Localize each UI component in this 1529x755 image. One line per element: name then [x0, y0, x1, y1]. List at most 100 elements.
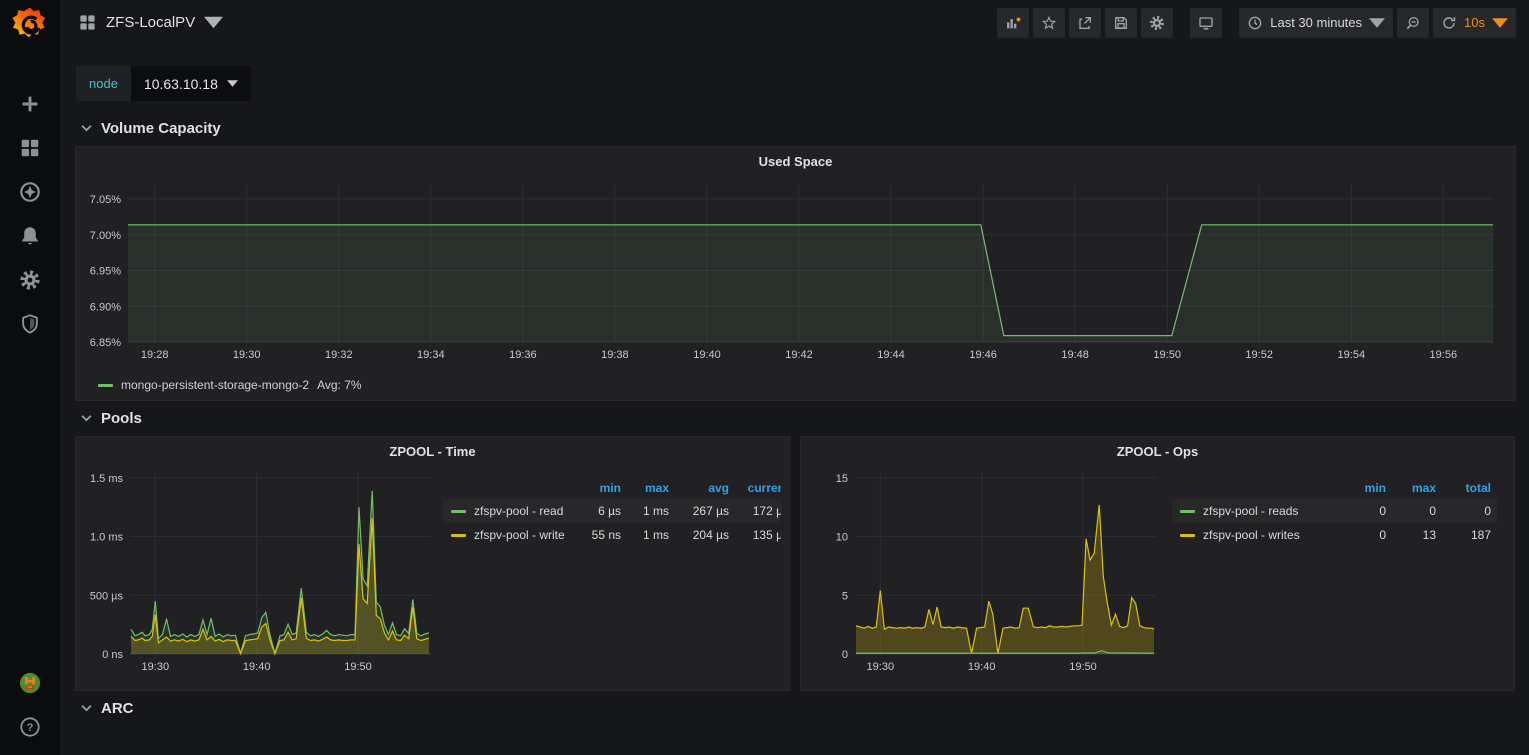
svg-text:19:30: 19:30	[867, 661, 895, 673]
panel-title-zpool-time[interactable]: ZPOOL - Time	[76, 437, 789, 462]
svg-text:19:40: 19:40	[968, 661, 996, 673]
series-name[interactable]: mongo-persistent-storage-mongo-2	[121, 378, 309, 392]
pools-panel-row: ZPOOL - Time 19:3019:4019:501.5 ms1.0 ms…	[75, 436, 1516, 691]
node-variable-dropdown[interactable]: node 10.63.10.18	[76, 66, 251, 101]
panel-title-used-space[interactable]: Used Space	[76, 147, 1515, 172]
star-button[interactable]	[1033, 8, 1065, 38]
svg-text:6.90%: 6.90%	[90, 301, 121, 313]
legend-value-avg: 204 µs	[675, 523, 735, 547]
legend-header-total[interactable]: total	[1442, 478, 1497, 499]
legend-value-current: 135 µs	[735, 523, 781, 547]
legend-value-min: 55 ns	[573, 523, 627, 547]
refresh-icon	[1441, 15, 1457, 31]
svg-text:19:42: 19:42	[785, 349, 813, 361]
svg-text:19:48: 19:48	[1061, 349, 1089, 361]
share-button[interactable]	[1069, 8, 1101, 38]
help-icon[interactable]: ?	[0, 705, 60, 749]
zpool-time-chart[interactable]: 19:3019:4019:501.5 ms1.0 ms500 µs0 ns	[84, 462, 436, 684]
panel-title-zpool-ops[interactable]: ZPOOL - Ops	[801, 437, 1514, 462]
chevron-down-icon	[81, 705, 92, 712]
svg-text:19:54: 19:54	[1338, 349, 1366, 361]
section-title: ARC	[101, 700, 134, 717]
legend-row-writes: zfspv-pool - writes 0 13 187	[1172, 523, 1497, 547]
caret-down-icon	[1492, 15, 1508, 31]
legend-value-total: 0	[1442, 499, 1497, 523]
legend-row-write: zfspv-pool - write 55 ns 1 ms 204 µs 135…	[443, 523, 781, 547]
legend-header-min[interactable]: min	[1342, 478, 1392, 499]
svg-text:0 ns: 0 ns	[102, 649, 123, 661]
zoom-out-button[interactable]	[1397, 8, 1429, 38]
zpool-time-legend: min max avg current zfspv-pool - read 6 …	[443, 478, 781, 684]
series-avg: Avg: 7%	[317, 378, 361, 392]
panel-used-space: Used Space 19:2819:3019:3219:3419:3619:3…	[75, 146, 1516, 401]
node-variable-value: 10.63.10.18	[144, 76, 218, 92]
svg-text:500 µs: 500 µs	[90, 590, 124, 602]
add-panel-button[interactable]	[997, 8, 1029, 38]
zpool-ops-legend: min max total zfspv-pool - reads 0 0 0	[1172, 478, 1502, 684]
zoom-out-icon	[1405, 15, 1421, 31]
svg-text:0: 0	[842, 649, 848, 661]
save-button[interactable]	[1105, 8, 1137, 38]
legend-header-current[interactable]: current	[735, 478, 781, 499]
series-name: zfspv-pool - read	[474, 504, 563, 518]
configuration-gear-icon[interactable]	[0, 258, 60, 302]
panel-zpool-time: ZPOOL - Time 19:3019:4019:501.5 ms1.0 ms…	[75, 436, 790, 691]
create-plus-icon[interactable]	[0, 82, 60, 126]
svg-text:7.00%: 7.00%	[90, 230, 121, 242]
section-title: Volume Capacity	[101, 120, 221, 137]
svg-text:19:50: 19:50	[1069, 661, 1097, 673]
svg-text:19:30: 19:30	[233, 349, 261, 361]
caret-down-icon	[1369, 15, 1385, 31]
grafana-logo[interactable]	[12, 6, 48, 42]
alerting-bell-icon[interactable]	[0, 214, 60, 258]
save-icon	[1113, 15, 1129, 31]
time-range-label: Last 30 minutes	[1270, 15, 1362, 30]
svg-text:5: 5	[842, 590, 848, 602]
svg-text:6.85%: 6.85%	[90, 337, 121, 349]
svg-text:?: ?	[27, 722, 34, 734]
legend-header-avg[interactable]: avg	[675, 478, 735, 499]
used-space-chart[interactable]: 19:2819:3019:3219:3419:3619:3819:4019:42…	[76, 172, 1499, 372]
section-pools[interactable]: Pools	[75, 401, 1516, 436]
sidebar: ?	[0, 0, 60, 755]
panel-zpool-ops: ZPOOL - Ops 19:3019:4019:50151050 min ma…	[800, 436, 1515, 691]
star-icon	[1041, 15, 1057, 31]
legend-header-max[interactable]: max	[1392, 478, 1442, 499]
explore-compass-icon[interactable]	[0, 170, 60, 214]
node-variable-label: node	[76, 66, 131, 101]
svg-text:19:38: 19:38	[601, 349, 629, 361]
series-swatch-yellow	[451, 534, 466, 537]
clock-icon	[1247, 15, 1263, 31]
refresh-button[interactable]: 10s	[1433, 8, 1516, 38]
dashboard-title: ZFS-LocalPV	[106, 14, 195, 31]
dashboard-title-button[interactable]: ZFS-LocalPV	[78, 13, 223, 32]
series-name: zfspv-pool - write	[474, 528, 565, 542]
svg-text:6.95%: 6.95%	[90, 266, 121, 278]
time-picker-button[interactable]: Last 30 minutes	[1239, 8, 1393, 38]
svg-text:19:40: 19:40	[693, 349, 721, 361]
server-admin-shield-icon[interactable]	[0, 302, 60, 346]
legend-value-min: 6 µs	[573, 499, 627, 523]
legend-value-max: 1 ms	[627, 523, 675, 547]
legend-header-max[interactable]: max	[627, 478, 675, 499]
svg-text:19:52: 19:52	[1245, 349, 1273, 361]
series-swatch-green	[1180, 510, 1195, 513]
tv-icon	[1198, 15, 1214, 31]
svg-text:19:46: 19:46	[969, 349, 997, 361]
caret-down-icon	[227, 80, 238, 87]
dashboards-icon[interactable]	[0, 126, 60, 170]
svg-text:19:50: 19:50	[344, 661, 372, 673]
section-arc[interactable]: ARC	[75, 691, 1516, 726]
dashboard-content: node 10.63.10.18 Volume Capacity Used Sp…	[60, 45, 1529, 726]
legend-header-min[interactable]: min	[573, 478, 627, 499]
series-name: zfspv-pool - reads	[1203, 504, 1298, 518]
svg-text:19:28: 19:28	[141, 349, 169, 361]
legend-row-reads: zfspv-pool - reads 0 0 0	[1172, 499, 1497, 523]
zpool-ops-chart[interactable]: 19:3019:4019:50151050	[809, 462, 1161, 684]
cycle-view-button[interactable]	[1190, 8, 1222, 38]
dashboard-settings-button[interactable]	[1141, 8, 1173, 38]
section-volume-capacity[interactable]: Volume Capacity	[75, 111, 1516, 146]
svg-text:19:56: 19:56	[1430, 349, 1458, 361]
svg-text:19:50: 19:50	[1153, 349, 1181, 361]
user-avatar[interactable]	[0, 661, 60, 705]
